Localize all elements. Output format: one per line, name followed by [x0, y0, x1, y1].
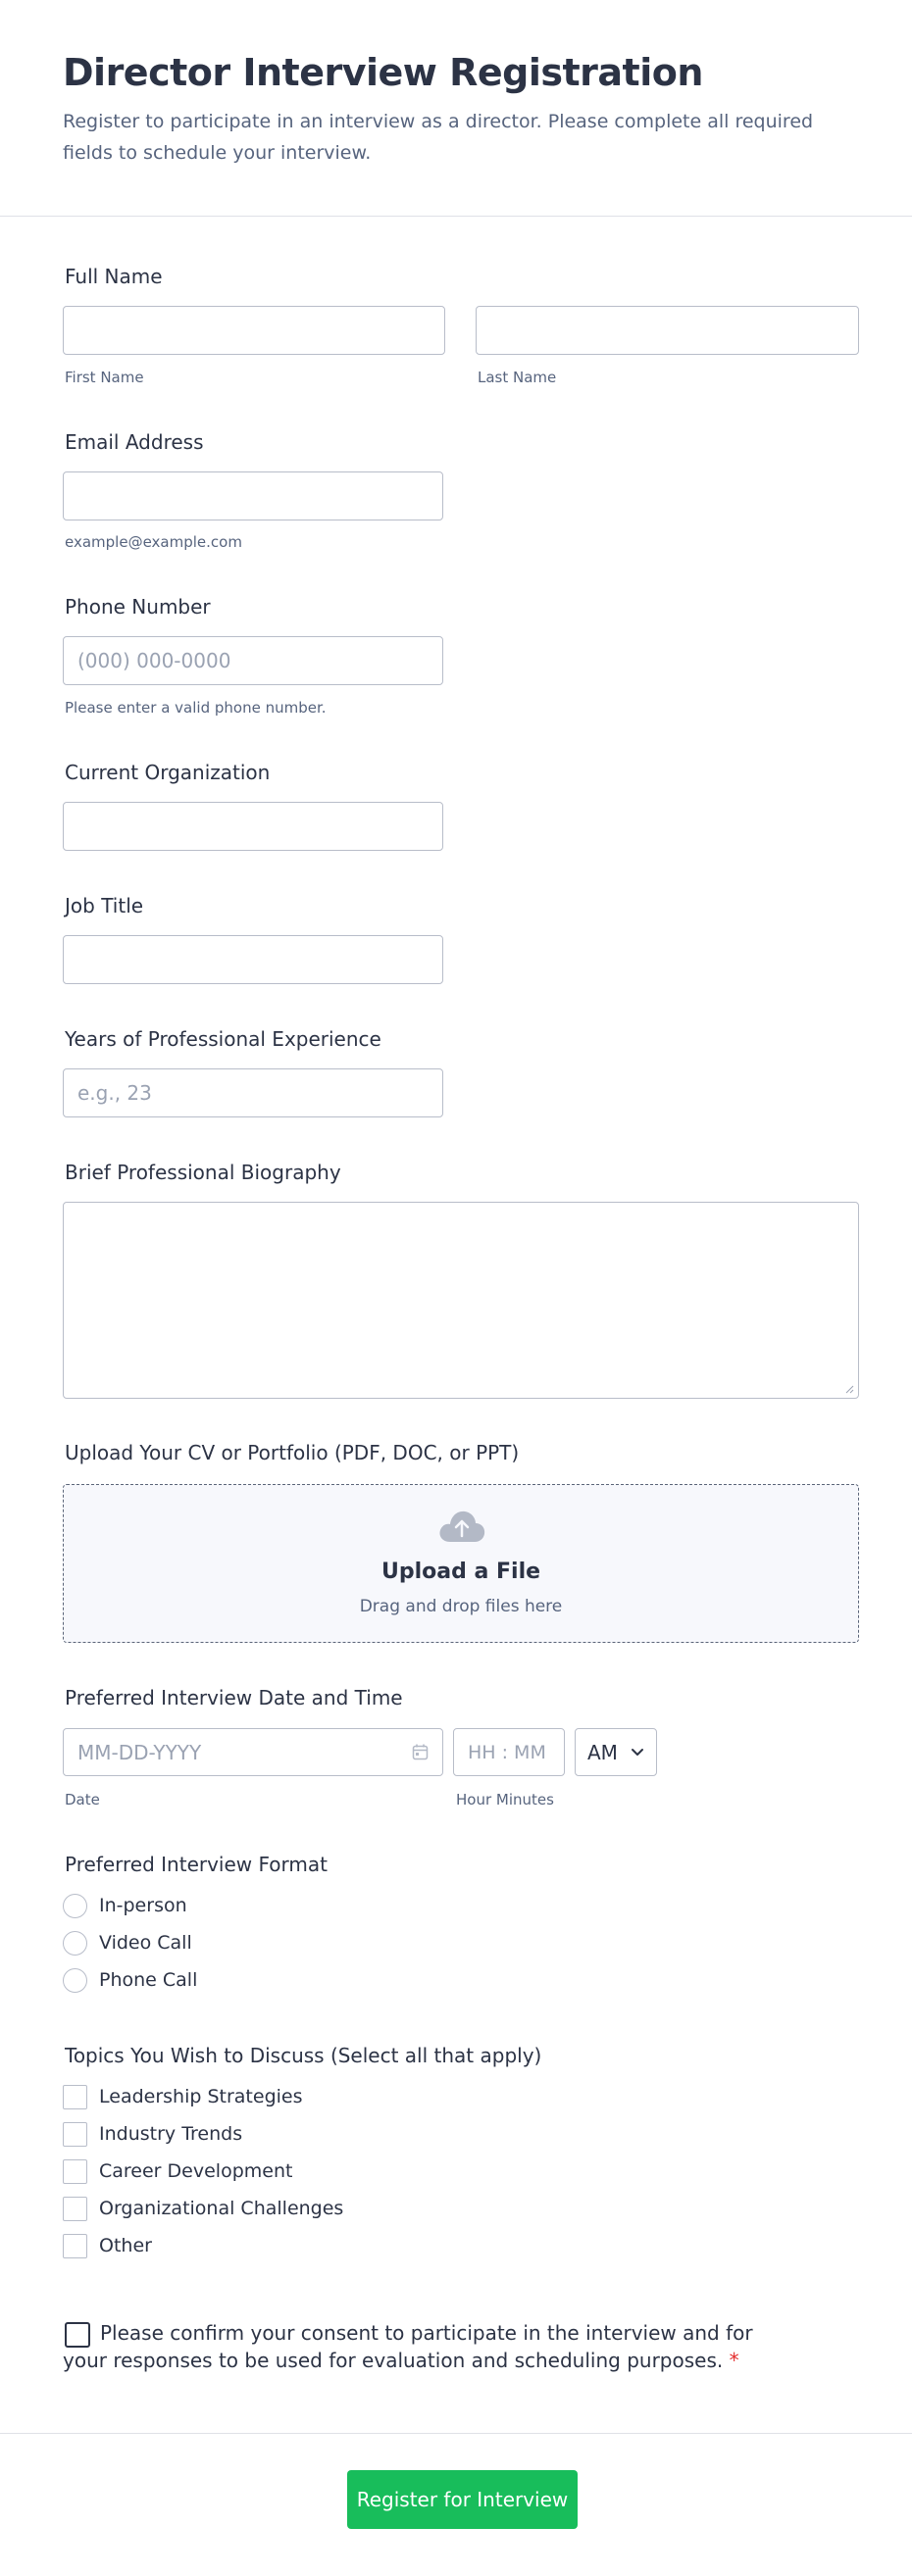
- upload-hint: Drag and drop files here: [359, 1597, 563, 1616]
- upload-label: Upload Your CV or Portfolio (PDF, DOC, o…: [65, 1441, 520, 1464]
- required-asterisk: *: [729, 2349, 739, 2372]
- resize-handle-icon[interactable]: [844, 1384, 854, 1394]
- format-option[interactable]: [63, 1894, 87, 1918]
- topic-option-label: Other: [99, 2235, 152, 2256]
- email-input[interactable]: [63, 471, 443, 520]
- format-label: Preferred Interview Format: [65, 1853, 328, 1876]
- organization-input[interactable]: [63, 802, 443, 851]
- email-sublabel: example@example.com: [65, 533, 242, 551]
- consent-text: Please confirm your consent to participa…: [63, 2319, 769, 2374]
- experience-placeholder: e.g., 23: [77, 1081, 152, 1105]
- radio-button[interactable]: [63, 1931, 87, 1956]
- time-sublabel: Hour Minutes: [456, 1791, 554, 1808]
- date-placeholder: MM-DD-YYYY: [77, 1740, 202, 1764]
- first-name-sublabel: First Name: [65, 369, 144, 386]
- phone-sublabel: Please enter a valid phone number.: [65, 699, 327, 717]
- topic-checkbox[interactable]: [63, 2234, 87, 2258]
- time-input[interactable]: HH : MM: [453, 1728, 565, 1776]
- cloud-upload-icon: [439, 1511, 485, 1542]
- topics-label: Topics You Wish to Discuss (Select all t…: [65, 2044, 542, 2067]
- ampm-value: AM: [587, 1740, 618, 1764]
- consent-label: Please confirm your consent to participa…: [63, 2321, 753, 2372]
- topic-checkbox[interactable]: [63, 2197, 87, 2221]
- topic-option-label: Industry Trends: [99, 2123, 243, 2145]
- last-name-sublabel: Last Name: [478, 369, 557, 386]
- experience-input[interactable]: e.g., 23: [63, 1068, 443, 1117]
- job-title-label: Job Title: [65, 894, 144, 917]
- form-subtitle: Register to participate in an interview …: [63, 111, 814, 164]
- experience-label: Years of Professional Experience: [65, 1027, 381, 1051]
- format-option[interactable]: [63, 1931, 87, 1956]
- phone-input[interactable]: (000) 000-0000: [63, 636, 443, 685]
- first-name-input[interactable]: [63, 306, 445, 355]
- calendar-icon[interactable]: [412, 1744, 429, 1760]
- upload-title: Upload a File: [380, 1560, 541, 1584]
- format-option-label: In-person: [99, 1895, 187, 1916]
- format-option-label: Phone Call: [99, 1969, 198, 1991]
- biography-label: Brief Professional Biography: [65, 1161, 341, 1184]
- date-sublabel: Date: [65, 1791, 100, 1808]
- register-button[interactable]: Register for Interview: [347, 2470, 578, 2529]
- full-name-label: Full Name: [65, 265, 163, 288]
- topic-option-label: Organizational Challenges: [99, 2198, 344, 2219]
- format-option-label: Video Call: [99, 1932, 192, 1954]
- job-title-input[interactable]: [63, 935, 443, 984]
- radio-button[interactable]: [63, 1968, 87, 1993]
- radio-button[interactable]: [63, 1894, 87, 1918]
- datetime-label: Preferred Interview Date and Time: [65, 1686, 403, 1709]
- topic-option-label: Career Development: [99, 2160, 293, 2182]
- last-name-input[interactable]: [476, 306, 859, 355]
- format-option[interactable]: [63, 1968, 87, 1993]
- organization-label: Current Organization: [65, 761, 271, 784]
- time-placeholder: HH : MM: [468, 1741, 546, 1763]
- form-title: Director Interview Registration: [63, 51, 703, 94]
- date-input[interactable]: MM-DD-YYYY: [63, 1728, 443, 1776]
- chevron-down-icon: [632, 1749, 643, 1756]
- phone-placeholder: (000) 000-0000: [77, 649, 231, 672]
- topic-checkbox[interactable]: [63, 2122, 87, 2147]
- consent-checkbox[interactable]: [65, 2322, 90, 2348]
- topic-checkbox[interactable]: [63, 2085, 87, 2109]
- email-label: Email Address: [65, 430, 204, 454]
- file-upload-dropzone[interactable]: Upload a File Drag and drop files here: [63, 1484, 859, 1643]
- biography-textarea[interactable]: [63, 1202, 859, 1399]
- topic-checkbox[interactable]: [63, 2159, 87, 2184]
- footer-divider: [0, 2433, 912, 2434]
- header-divider: [0, 216, 912, 217]
- topic-option-label: Leadership Strategies: [99, 2086, 303, 2107]
- ampm-select[interactable]: AM: [575, 1728, 657, 1776]
- phone-label: Phone Number: [65, 595, 211, 619]
